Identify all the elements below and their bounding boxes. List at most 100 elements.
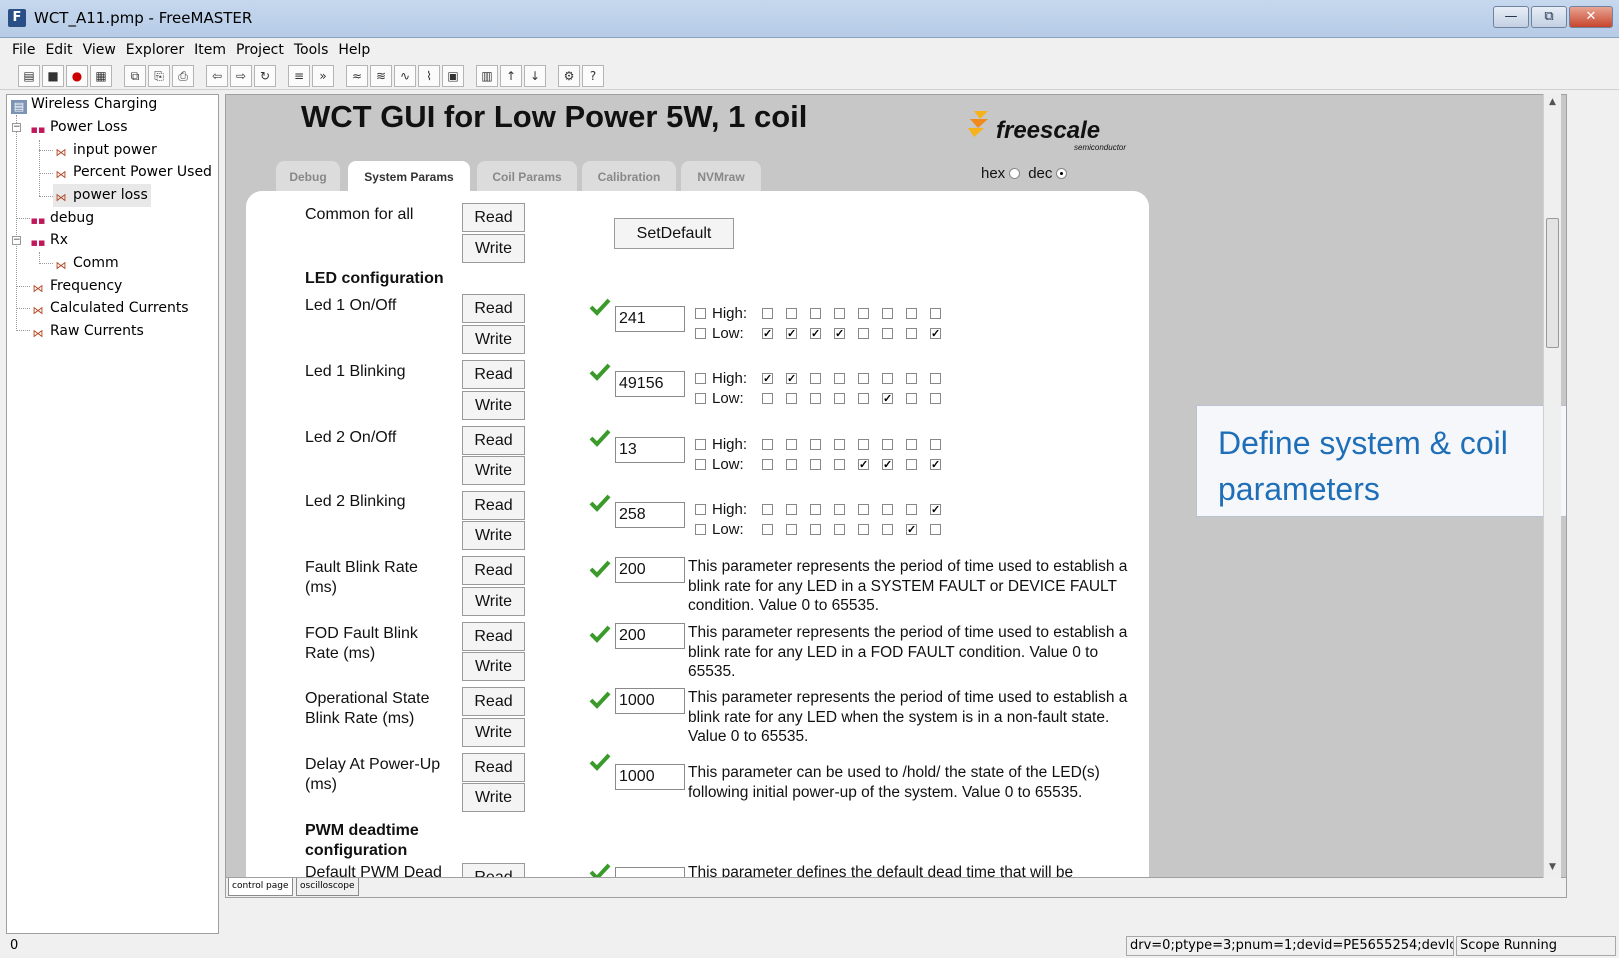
menu-help[interactable]: Help [333,38,375,62]
led1-onoff-read-button[interactable]: Read [462,294,525,323]
high-bit-3-checkbox[interactable] [858,504,869,515]
led2-onoff-high-bits[interactable]: High: [695,435,954,454]
low-bit-4-checkbox[interactable] [834,393,845,404]
low-bit-7-checkbox[interactable] [762,393,773,404]
op-blink-input[interactable]: 1000 [615,688,685,714]
led1-blink-read-button[interactable]: Read [462,360,525,389]
high-bit-2-checkbox[interactable] [882,439,893,450]
high-bit-6-checkbox[interactable] [786,504,797,515]
tab-coil-params[interactable]: Coil Params [477,161,577,191]
led2-onoff-read-button[interactable]: Read [462,426,525,455]
dec-radio[interactable] [1056,168,1068,179]
high-bit-0-checkbox[interactable] [930,308,941,319]
led2-blink-high-bits[interactable]: High: [695,500,954,520]
low-bit-3-checkbox[interactable] [858,524,869,535]
low-byte-checkbox[interactable] [695,459,706,470]
fault-blink-write-button[interactable]: Write [462,587,525,616]
low-bit-7-checkbox[interactable] [762,325,773,344]
low-bit-6-checkbox[interactable] [786,393,797,404]
low-bit-5-checkbox[interactable] [810,524,821,535]
led1-blink-high-bits[interactable]: High: [695,369,954,389]
tree-item-frequency[interactable]: ⋈ Frequency [30,275,123,298]
low-bit-2-checkbox[interactable] [882,328,893,339]
low-byte-checkbox[interactable] [695,393,706,404]
tab-nvmraw[interactable]: NVMraw [681,161,761,191]
op-blink-read-button[interactable]: Read [462,687,525,716]
save-icon[interactable]: ■ [42,64,64,87]
low-bit-0-checkbox[interactable] [930,524,941,535]
low-byte-checkbox[interactable] [695,524,706,535]
high-bit-1-checkbox[interactable] [906,439,917,450]
low-bit-0-checkbox[interactable] [930,393,941,404]
high-bit-6-checkbox[interactable] [786,308,797,319]
tab-debug[interactable]: Debug [276,161,340,191]
minimize-button[interactable]: — [1493,6,1529,28]
led1-onoff-write-button[interactable]: Write [462,325,525,354]
low-bit-5-checkbox[interactable] [810,459,821,470]
tree-item-power-loss-var[interactable]: ⋈ power loss [53,184,151,207]
high-bit-7-checkbox[interactable] [762,370,773,389]
menu-view[interactable]: View [78,38,121,62]
copy-icon[interactable]: ⧉ [124,64,146,87]
collapse-rx-toggle[interactable]: − [12,236,21,245]
maximize-button[interactable]: ⧉ [1531,6,1567,28]
low-bit-5-checkbox[interactable] [810,393,821,404]
low-bit-6-checkbox[interactable] [786,325,797,344]
tree-item-comm[interactable]: ⋈ Comm [53,252,119,275]
delay-read-button[interactable]: Read [462,753,525,782]
tree-item-raw-currents[interactable]: ⋈ Raw Currents [30,320,144,343]
tree-item-rx[interactable]: ▪▪ Rx [30,229,68,252]
tree-item-input-power[interactable]: ⋈ input power [53,139,157,162]
fod-blink-write-button[interactable]: Write [462,652,525,681]
move-down-icon[interactable]: ↓ [524,64,546,87]
options-icon[interactable]: ▦ [90,64,112,87]
variable-watch-icon[interactable]: ≋ [370,64,392,87]
high-bit-2-checkbox[interactable] [882,504,893,515]
high-byte-checkbox[interactable] [695,373,706,384]
low-bit-2-checkbox[interactable] [882,390,893,409]
low-bit-6-checkbox[interactable] [786,459,797,470]
menu-project[interactable]: Project [231,38,289,62]
low-bit-2-checkbox[interactable] [882,456,893,475]
help-icon[interactable]: ? [582,64,604,87]
high-bit-3-checkbox[interactable] [858,308,869,319]
delay-write-button[interactable]: Write [462,783,525,812]
high-bit-3-checkbox[interactable] [858,373,869,384]
high-bit-4-checkbox[interactable] [834,373,845,384]
high-bit-7-checkbox[interactable] [762,504,773,515]
high-bit-5-checkbox[interactable] [810,373,821,384]
tree-item-power-loss[interactable]: ▪▪ Power Loss [30,116,128,139]
set-default-button[interactable]: SetDefault [614,218,734,249]
led2-blink-write-button[interactable]: Write [462,521,525,550]
tool-icon[interactable]: » [312,64,334,87]
menu-explorer[interactable]: Explorer [121,38,189,62]
low-bit-4-checkbox[interactable] [834,524,845,535]
common-write-button[interactable]: Write [462,234,525,263]
high-bit-1-checkbox[interactable] [906,308,917,319]
common-read-button[interactable]: Read [462,203,525,232]
high-bit-3-checkbox[interactable] [858,439,869,450]
scroll-thumb[interactable] [1546,218,1559,348]
paste-icon[interactable]: ⎘ [148,64,170,87]
fault-blink-input[interactable]: 200 [615,557,685,583]
op-blink-write-button[interactable]: Write [462,718,525,747]
tab-calibration[interactable]: Calibration [582,161,676,191]
low-bit-1-checkbox[interactable] [906,328,917,339]
high-bit-2-checkbox[interactable] [882,308,893,319]
move-up-icon[interactable]: ↑ [500,64,522,87]
tree-item-debug[interactable]: ▪▪ debug [30,207,95,230]
fod-blink-input[interactable]: 200 [615,623,685,649]
hex-radio[interactable] [1009,168,1021,179]
high-bit-0-checkbox[interactable] [930,439,941,450]
high-bit-6-checkbox[interactable] [786,370,797,389]
led2-blink-read-button[interactable]: Read [462,491,525,520]
high-bit-6-checkbox[interactable] [786,439,797,450]
refresh-icon[interactable]: ↻ [254,64,276,87]
tab-system-params[interactable]: System Params [348,161,470,191]
variable-icon[interactable]: ≈ [346,64,368,87]
high-bit-4-checkbox[interactable] [834,504,845,515]
led2-blink-low-bits[interactable]: Low: [695,520,954,540]
tree-item-calculated-currents[interactable]: ⋈ Calculated Currents [30,297,189,320]
open-icon[interactable]: ▤ [18,64,40,87]
fault-blink-read-button[interactable]: Read [462,556,525,585]
